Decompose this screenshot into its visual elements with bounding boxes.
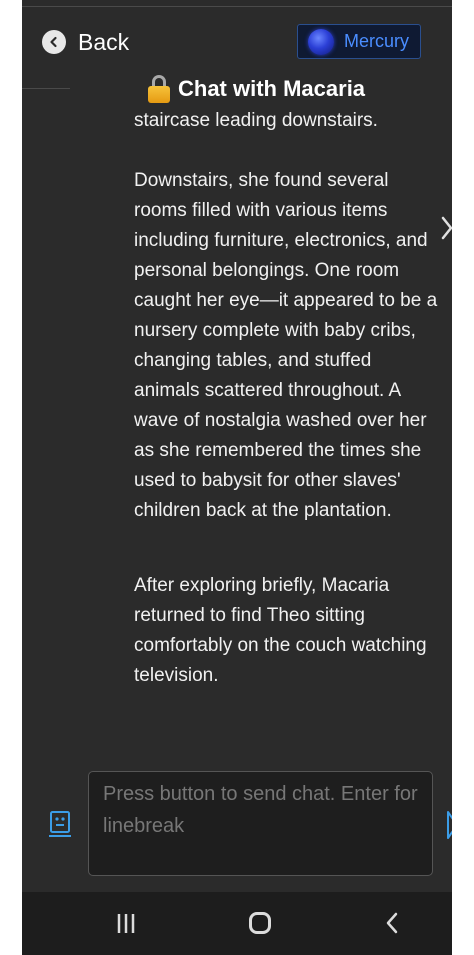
top-divider	[22, 6, 452, 7]
chevron-left-circle-icon	[42, 30, 66, 54]
home-icon[interactable]	[249, 912, 271, 934]
send-icon[interactable]	[446, 810, 452, 840]
model-label: Mercury	[344, 31, 410, 51]
chat-screen: Back Mercury Chat with Macaria staircase…	[22, 0, 452, 955]
lock-icon	[148, 75, 170, 103]
system-nav-bar	[22, 892, 452, 955]
message-paragraph: Downstairs, she found several rooms fill…	[134, 170, 438, 521]
chat-title-text: Chat with Macaria	[178, 76, 366, 101]
chat-input[interactable]	[88, 771, 433, 876]
model-selector-button[interactable]: Mercury	[297, 24, 421, 59]
back-label: Back	[78, 28, 130, 55]
nav-back-icon[interactable]	[385, 912, 399, 934]
robot-face-icon[interactable]	[49, 810, 71, 838]
header-divider	[22, 88, 70, 89]
chat-title: Chat with Macaria	[148, 74, 365, 104]
message-body: staircase leading downstairs. Downstairs…	[134, 106, 439, 691]
message-paragraph: staircase leading downstairs.	[134, 110, 378, 131]
planet-icon	[308, 28, 334, 55]
recent-apps-icon[interactable]	[116, 913, 136, 934]
back-button[interactable]: Back	[42, 27, 129, 57]
message-paragraph: After exploring briefly, Macaria returne…	[134, 575, 427, 686]
chevron-right-icon[interactable]	[440, 214, 452, 242]
